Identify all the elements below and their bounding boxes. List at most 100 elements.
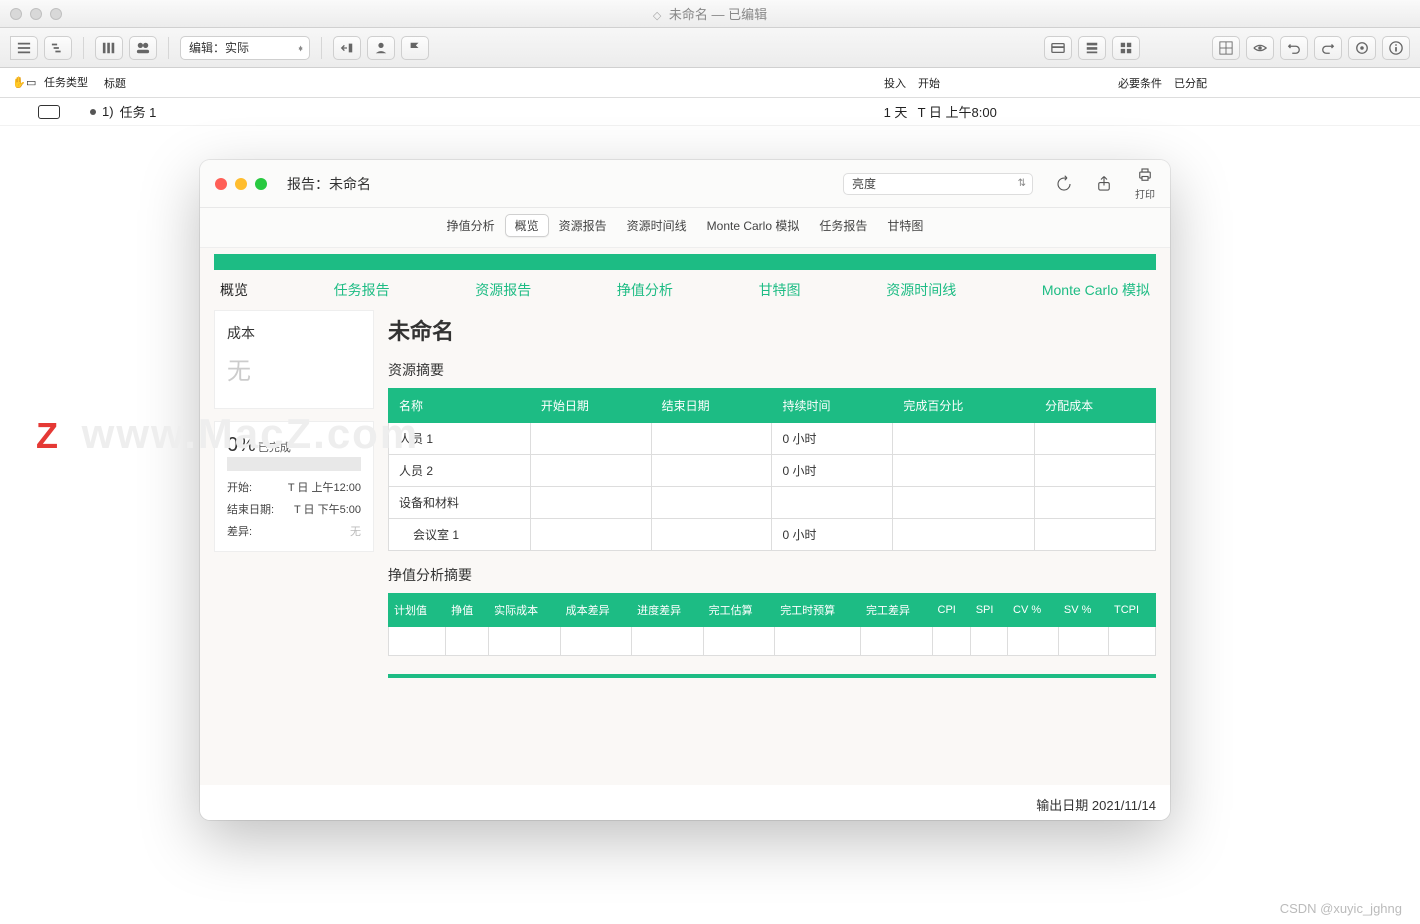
th-名称: 名称 [389, 389, 531, 423]
edit-mode-label: 编辑：实际 [189, 39, 249, 56]
main-toolbar: 编辑：实际 [0, 28, 1420, 68]
bottom-green-line [388, 674, 1156, 678]
col-task-type[interactable]: 任务类型 [38, 77, 98, 89]
task-name: 任务 1 [120, 102, 884, 121]
seg-任务报告[interactable]: 任务报告 [809, 214, 877, 237]
seg-Monte Carlo 模拟[interactable]: Monte Carlo 模拟 [697, 214, 810, 237]
variance-label: 差异: [227, 523, 252, 539]
navtab-挣值分析[interactable]: 挣值分析 [617, 280, 673, 300]
th-持续时间: 持续时间 [772, 389, 893, 423]
print-button[interactable]: 打印 [1135, 166, 1155, 201]
col-assigned[interactable]: 已分配 [1168, 75, 1218, 91]
columns-icon[interactable] [95, 36, 123, 60]
eye-icon[interactable] [1246, 36, 1274, 60]
end-label: 结束日期: [227, 501, 274, 517]
report-segment-control[interactable]: 挣值分析概览资源报告资源时间线Monte Carlo 模拟任务报告甘特图 [437, 214, 934, 237]
resource-row: 人员 10 小时 [389, 423, 1156, 455]
target-icon[interactable] [1348, 36, 1376, 60]
resource-summary-title: 资源摘要 [388, 360, 1156, 380]
task-row-1[interactable]: 1) 任务 1 1 天 T 日 上午8:00 [0, 98, 1420, 126]
resource-row: 设备和材料 [389, 487, 1156, 519]
bullet-icon [90, 109, 96, 115]
resource-row: 人员 20 小时 [389, 455, 1156, 487]
window-title: ◇ 未命名 — 已编辑 [0, 4, 1420, 23]
navtab-甘特图[interactable]: 甘特图 [759, 280, 801, 300]
evth-进度差异: 进度差异 [632, 594, 704, 627]
report-titlebar: 报告：未命名 亮度 打印 [200, 160, 1170, 208]
report-traffic-lights[interactable] [215, 178, 267, 190]
percent-complete: 0%已完成 [227, 434, 361, 457]
undo-icon[interactable] [1280, 36, 1308, 60]
evth-成本差异: 成本差异 [560, 594, 632, 627]
grid-icon[interactable] [1212, 36, 1240, 60]
task-idx: 1) [102, 104, 114, 119]
cost-title: 成本 [227, 323, 361, 343]
navtab-概览[interactable]: 概览 [220, 280, 248, 300]
outline-icon[interactable] [44, 36, 72, 60]
evth-计划值: 计划值 [389, 594, 446, 627]
navtab-资源报告[interactable]: 资源报告 [475, 280, 531, 300]
evth-SPI: SPI [970, 594, 1007, 627]
stack1-icon[interactable] [1078, 36, 1106, 60]
seg-挣值分析[interactable]: 挣值分析 [437, 214, 505, 237]
navtab-Monte Carlo 模拟[interactable]: Monte Carlo 模拟 [1042, 280, 1150, 300]
report-window: 报告：未命名 亮度 打印 挣值分析概览资源报告资源时间线Monte Carlo … [200, 160, 1170, 820]
card-icon[interactable] [1044, 36, 1072, 60]
navtab-任务报告[interactable]: 任务报告 [334, 280, 390, 300]
publish-date: 输出日期 2021/11/14 [200, 785, 1170, 820]
list-view-icon[interactable] [10, 36, 38, 60]
edit-mode-select[interactable]: 编辑：实际 [180, 36, 310, 60]
col-prereq[interactable]: 必要条件 [1112, 75, 1168, 91]
main-titlebar: ◇ 未命名 — 已编辑 [0, 0, 1420, 28]
indent-out-icon[interactable] [333, 36, 361, 60]
status-col-icon: ▭ [20, 76, 38, 89]
info-icon[interactable] [1382, 36, 1410, 60]
evth-完工时预算: 完工时预算 [775, 594, 861, 627]
task-header-row: ✋ ▭ 任务类型 标题 投入 开始 必要条件 已分配 [0, 68, 1420, 98]
task-start: T 日 上午8:00 [918, 102, 997, 121]
credit-watermark: CSDN @xuyic_jghng [1280, 901, 1402, 916]
refresh-button[interactable] [1055, 175, 1073, 193]
share-button[interactable] [1095, 175, 1113, 193]
cost-value: 无 [227, 351, 361, 386]
report-main-content: 未命名 资源摘要 名称开始日期结束日期持续时间完成百分比分配成本 人员 10 小… [388, 310, 1156, 678]
th-分配成本: 分配成本 [1035, 389, 1156, 423]
evth-实际成本: 实际成本 [489, 594, 561, 627]
brightness-label: 亮度 [852, 175, 876, 192]
print-label: 打印 [1135, 186, 1155, 201]
ev-summary-table: 计划值挣值实际成本成本差异进度差异完工估算完工时预算完工差异CPISPICV %… [388, 593, 1156, 656]
progress-bar [227, 457, 361, 471]
people-icon[interactable] [129, 36, 157, 60]
th-完成百分比: 完成百分比 [893, 389, 1035, 423]
person-icon[interactable] [367, 36, 395, 60]
resource-row: 会议室 10 小时 [389, 519, 1156, 551]
seg-甘特图[interactable]: 甘特图 [877, 214, 933, 237]
view-mode-group[interactable] [10, 36, 38, 60]
col-title[interactable]: 标题 [98, 75, 878, 91]
evth-完工差异: 完工差异 [861, 594, 933, 627]
task-checkbox[interactable] [38, 105, 60, 119]
report-nav-tabs: 概览 任务报告 资源报告 挣值分析 甘特图 资源时间线 Monte Carlo 模拟 [214, 280, 1156, 310]
resource-summary-table: 名称开始日期结束日期持续时间完成百分比分配成本 人员 10 小时人员 20 小时… [388, 388, 1156, 551]
brightness-select[interactable]: 亮度 [843, 173, 1033, 195]
report-body: 概览任务报告资源报告挣值分析甘特图资源时间线Monte Carlo 模拟 成本 … [200, 248, 1170, 785]
start-value: T 日 上午12:00 [288, 479, 361, 495]
seg-概览[interactable]: 概览 [505, 214, 549, 237]
report-window-title: 报告：未命名 [287, 174, 371, 194]
grab-col-icon: ✋ [6, 76, 20, 89]
stack2-icon[interactable] [1112, 36, 1140, 60]
flag-icon[interactable] [401, 36, 429, 60]
progress-card: 0%已完成 开始:T 日 上午12:00 结束日期:T 日 下午5:00 差异:… [214, 421, 374, 552]
end-value: T 日 下午5:00 [294, 501, 361, 517]
close-icon[interactable] [215, 178, 227, 190]
minimize-icon[interactable] [235, 178, 247, 190]
navtab-资源时间线[interactable]: 资源时间线 [886, 280, 956, 300]
col-start[interactable]: 开始 [912, 75, 1112, 91]
task-effort: 1 天 [884, 102, 918, 121]
seg-资源时间线[interactable]: 资源时间线 [617, 214, 697, 237]
col-effort[interactable]: 投入 [878, 75, 912, 91]
zoom-icon[interactable] [255, 178, 267, 190]
top-green-bar [214, 254, 1156, 270]
redo-icon[interactable] [1314, 36, 1342, 60]
seg-资源报告[interactable]: 资源报告 [549, 214, 617, 237]
